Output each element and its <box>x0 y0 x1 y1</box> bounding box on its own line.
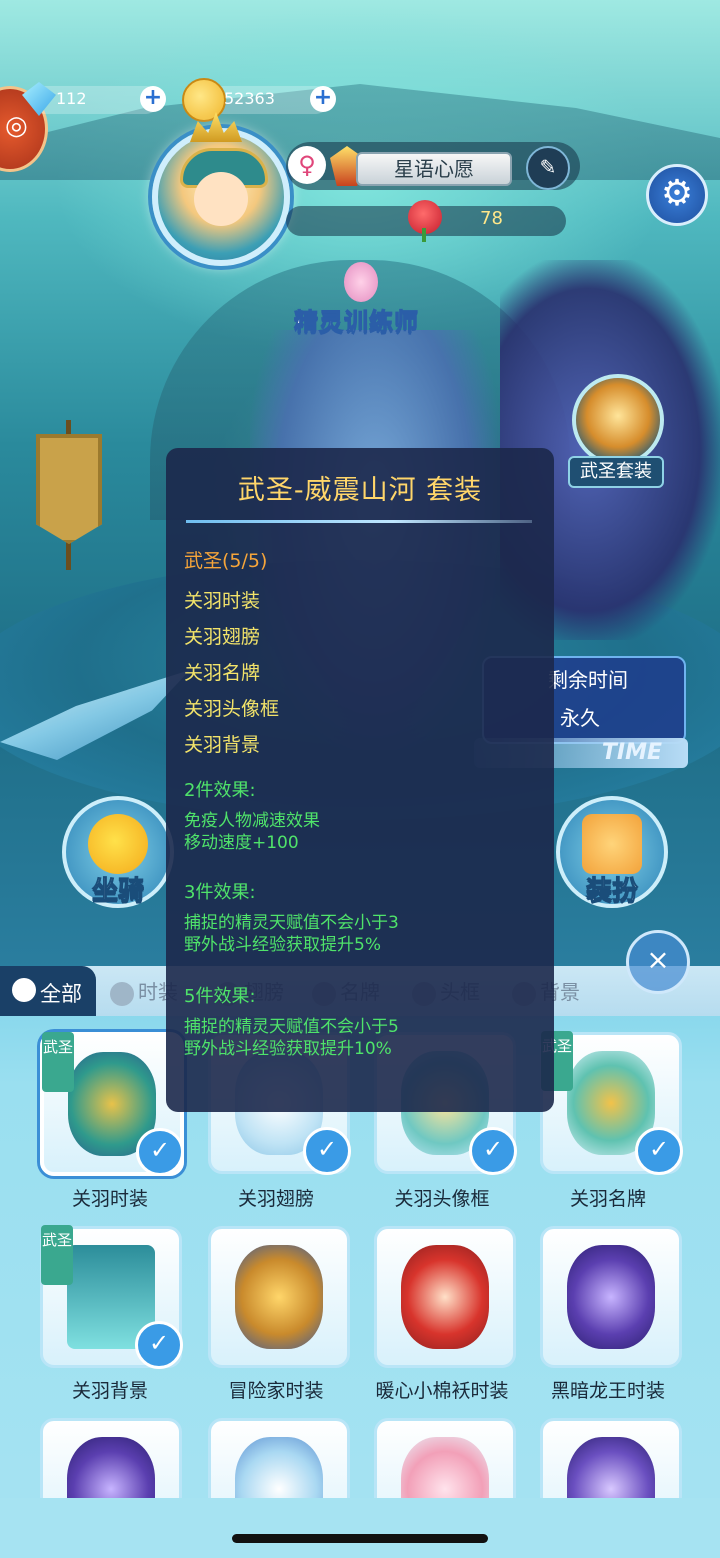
item-card[interactable] <box>374 1418 516 1498</box>
duck-icon <box>88 814 148 874</box>
trainer-title: 精灵训练师 <box>294 308 419 337</box>
time-strip-text: TIME <box>601 740 662 765</box>
item-card[interactable] <box>374 1226 516 1368</box>
outfit-label: 装扮 <box>585 876 638 907</box>
sweater-icon <box>582 814 642 874</box>
trainer-chibi <box>344 262 378 302</box>
effect-heading: 3件效果: <box>184 882 256 903</box>
item-art <box>401 1437 489 1498</box>
spiral-icon: ◎ <box>5 111 28 141</box>
all-icon <box>12 978 36 1002</box>
item-card[interactable] <box>208 1226 350 1368</box>
remaining-time-value: 永久 <box>560 706 600 730</box>
item-art <box>67 1437 155 1498</box>
item-card[interactable] <box>40 1418 182 1498</box>
set-part: 关羽名牌 <box>184 662 261 684</box>
item-name: 冒险家时装 <box>228 1380 324 1402</box>
set-part: 关羽头像框 <box>184 698 280 720</box>
gem-value: 112 <box>56 89 87 108</box>
panel-footer <box>0 1498 720 1558</box>
banner-flag <box>36 434 102 544</box>
set-part: 关羽时装 <box>184 590 261 612</box>
outfit-button[interactable]: 装扮 <box>556 796 668 908</box>
female-icon: ♀ <box>288 146 326 184</box>
coin-counter: 52363 + <box>182 78 336 122</box>
gem-counter: 112 + <box>22 82 166 116</box>
remaining-time-label: 剩余时间 <box>548 668 628 692</box>
item-name: 关羽时装 <box>71 1188 148 1210</box>
item-art <box>235 1437 323 1498</box>
edit-name-button[interactable]: ✎ <box>526 146 570 190</box>
item-name: 关羽名牌 <box>569 1188 646 1210</box>
item-card[interactable]: 武圣 ✓ <box>540 1031 683 1175</box>
item-card[interactable] <box>540 1418 682 1498</box>
home-indicator <box>232 1534 488 1543</box>
gear-icon: ⚙ <box>660 173 694 214</box>
card-row-partial <box>0 1418 720 1498</box>
suit-set-badge[interactable] <box>572 374 664 466</box>
tab-all[interactable]: 全部 <box>0 966 96 1016</box>
settings-button[interactable]: ⚙ <box>646 164 708 226</box>
mount-label: 坐骑 <box>91 876 144 907</box>
item-name: 黑暗龙王时装 <box>550 1380 665 1402</box>
close-popup-button[interactable]: × <box>626 930 690 994</box>
add-gems-button[interactable]: + <box>140 86 166 112</box>
cat-coin-icon <box>182 78 226 122</box>
item-card[interactable] <box>208 1418 350 1498</box>
charm-value: 78 <box>480 208 503 229</box>
item-name: 暖心小棉袄时装 <box>375 1380 509 1402</box>
suit-set-label[interactable]: 武圣套装 <box>568 456 664 488</box>
avatar[interactable] <box>152 128 290 266</box>
owned-check-icon: ✓ <box>135 1321 183 1369</box>
effect-line: 野外战斗经验获取提升5% <box>184 935 381 955</box>
cozy-outfit-art <box>401 1245 489 1349</box>
set-part: 关羽背景 <box>184 734 261 756</box>
effect-line: 野外战斗经验获取提升10% <box>184 1039 392 1059</box>
item-card[interactable]: 武圣 ✓ <box>40 1225 183 1369</box>
item-name: 关羽翅膀 <box>237 1188 314 1210</box>
dark-dragon-outfit-art <box>567 1245 655 1349</box>
owned-check-icon: ✓ <box>303 1127 351 1175</box>
popup-title: 武圣-威震山河 套装 <box>237 475 483 506</box>
tab-all-label: 全部 <box>40 982 82 1006</box>
item-card[interactable]: 武圣 ✓ <box>40 1032 184 1176</box>
coin-value: 52363 <box>224 89 275 108</box>
set-part: 关羽翅膀 <box>184 626 261 648</box>
owned-check-icon: ✓ <box>469 1127 517 1175</box>
rose-stem <box>422 228 426 242</box>
mount-button[interactable]: 坐骑 <box>62 796 174 908</box>
item-name: 关羽头像框 <box>394 1188 490 1210</box>
popup-divider <box>186 520 532 523</box>
item-name: 关羽背景 <box>71 1380 148 1402</box>
avatar-face <box>194 172 248 226</box>
owned-check-icon: ✓ <box>635 1127 683 1175</box>
effect-heading: 2件效果: <box>184 780 256 801</box>
item-art <box>567 1437 655 1498</box>
set-tag: 武圣 <box>41 1225 73 1285</box>
add-coins-button[interactable]: + <box>310 86 336 112</box>
adventurer-outfit-art <box>235 1245 323 1349</box>
set-tag: 武圣 <box>42 1032 74 1092</box>
effect-line: 移动速度+100 <box>184 833 299 853</box>
player-name: 星语心愿 <box>356 152 512 186</box>
item-card[interactable] <box>540 1226 682 1368</box>
set-progress: 武圣(5/5) <box>184 550 268 572</box>
owned-check-icon: ✓ <box>136 1128 184 1176</box>
effect-heading: 5件效果: <box>184 986 256 1007</box>
shirt-icon <box>110 981 134 1006</box>
